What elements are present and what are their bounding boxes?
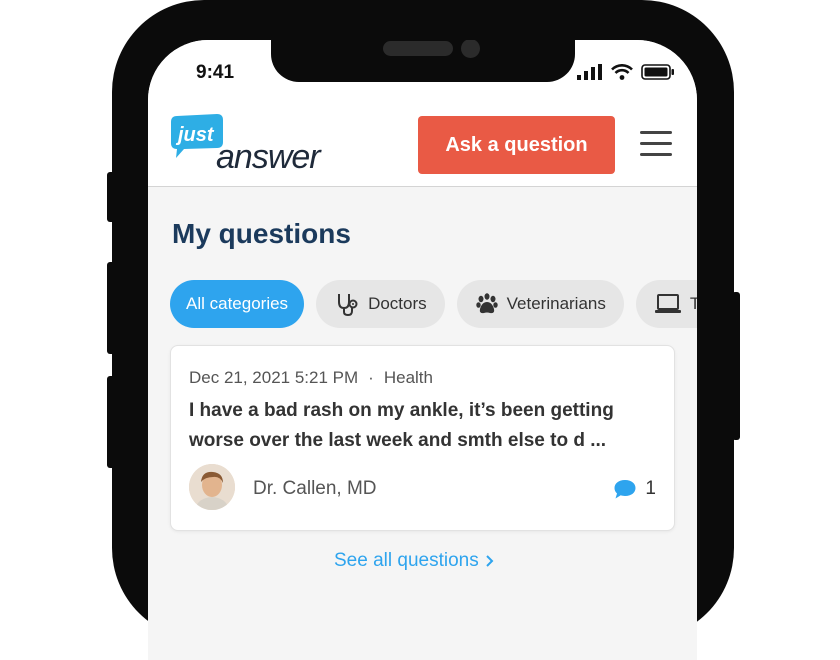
chip-doctors[interactable]: Doctors: [316, 280, 445, 328]
chip-all-categories[interactable]: All categories: [170, 280, 305, 328]
category-filter-chips: All categories Doctors Veterinarians T: [170, 280, 697, 328]
status-time: 9:41: [196, 62, 235, 83]
question-category: Health: [383, 368, 433, 387]
battery-icon: [641, 64, 674, 80]
page-title: My questions: [172, 218, 351, 249]
status-icons: [577, 64, 675, 80]
stethoscope-icon: [338, 294, 358, 317]
wifi-icon: [611, 64, 633, 80]
see-all-questions-link[interactable]: See all questions: [334, 550, 495, 572]
paw-icon: [475, 293, 498, 314]
front-camera: [461, 40, 480, 58]
side-button-silent: [107, 172, 115, 222]
meta-separator: ·: [368, 368, 374, 387]
justanswer-logo[interactable]: just answer: [168, 114, 343, 172]
chip-veterinarians[interactable]: Veterinarians: [456, 280, 624, 328]
expert-name: Dr. Callen, MD: [253, 478, 377, 499]
logo-text-answer: answer: [216, 138, 322, 172]
notch: [271, 40, 575, 82]
question-text: I have a bad rash on my ankle, it’s been…: [189, 400, 614, 451]
speaker: [383, 41, 453, 56]
question-meta: Dec 21, 2021 5:21 PM · Health: [189, 368, 433, 388]
chip-label: Veterinarians: [506, 294, 606, 313]
reply-count-value: 1: [645, 478, 656, 499]
chat-bubble-icon: [614, 480, 636, 499]
laptop-icon: [654, 294, 681, 313]
chip-label: Te: [689, 294, 697, 313]
reply-count[interactable]: 1: [613, 478, 656, 500]
phone-screen: 9:41 just answer Ask a question My quest…: [148, 40, 697, 660]
app-header: just answer Ask a question: [148, 104, 697, 187]
ask-question-button[interactable]: Ask a question: [418, 116, 615, 174]
question-date: Dec 21, 2021 5:21 PM: [189, 368, 359, 387]
chevron-right-icon: [486, 555, 494, 567]
chip-label: Doctors: [368, 294, 427, 313]
signal-icon: [577, 64, 602, 80]
chip-label: All categories: [186, 294, 289, 313]
see-all-label: See all questions: [334, 550, 479, 571]
chip-tech[interactable]: Te: [635, 280, 697, 328]
avatar: [189, 464, 235, 510]
side-button-power: [732, 292, 740, 440]
logo-text-just: just: [175, 124, 215, 146]
side-button-volume-down: [107, 376, 115, 468]
question-card[interactable]: Dec 21, 2021 5:21 PM · Health I have a bad…: [170, 345, 675, 531]
side-button-volume-up: [107, 262, 115, 354]
hamburger-menu-icon[interactable]: [640, 131, 672, 157]
